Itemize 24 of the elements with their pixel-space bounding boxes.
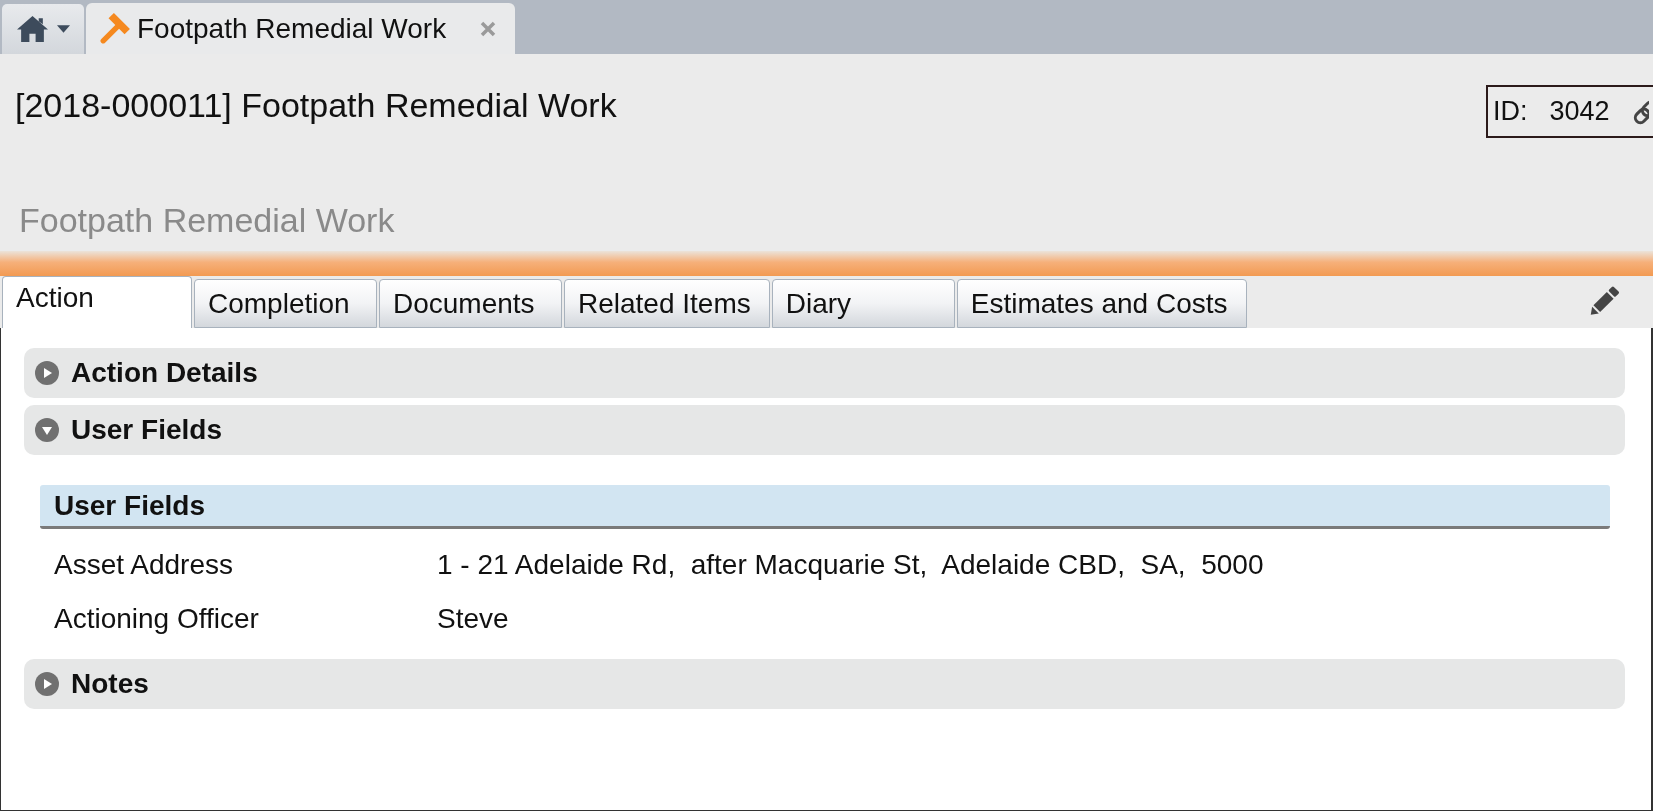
field-value: Steve <box>437 603 509 635</box>
id-value: 3042 <box>1549 96 1610 127</box>
home-menu-button[interactable] <box>2 4 84 54</box>
tab[interactable]: Completion <box>194 279 377 328</box>
tab[interactable]: Documents <box>379 279 562 328</box>
field-label: Asset Address <box>54 549 233 581</box>
tab[interactable]: Action <box>2 276 192 328</box>
section-header[interactable]: Notes <box>24 659 1625 709</box>
link-icon[interactable] <box>1631 98 1649 125</box>
record-subtitle: Footpath Remedial Work <box>19 200 395 240</box>
field-label: Actioning Officer <box>54 603 259 635</box>
id-label: ID: <box>1493 96 1528 127</box>
hammer-icon <box>100 13 132 44</box>
tab[interactable]: Related Items <box>564 279 770 328</box>
tab[interactable]: Estimates and Costs <box>956 279 1247 328</box>
section-header[interactable]: Action Details <box>24 348 1625 398</box>
document-tab[interactable]: Footpath Remedial Work <box>86 3 516 54</box>
panel-header: User Fields <box>40 485 1610 529</box>
home-icon <box>16 16 48 42</box>
tab[interactable]: Diary <box>771 279 955 328</box>
record-title: [2018-000011] Footpath Remedial Work <box>15 85 617 125</box>
section-header[interactable]: User Fields <box>24 405 1625 455</box>
caret-icon <box>56 25 70 33</box>
field-value: 1 - 21 Adelaide Rd, after Macquarie St, Adelaide CBD, SA, 5000 <box>437 549 1264 581</box>
